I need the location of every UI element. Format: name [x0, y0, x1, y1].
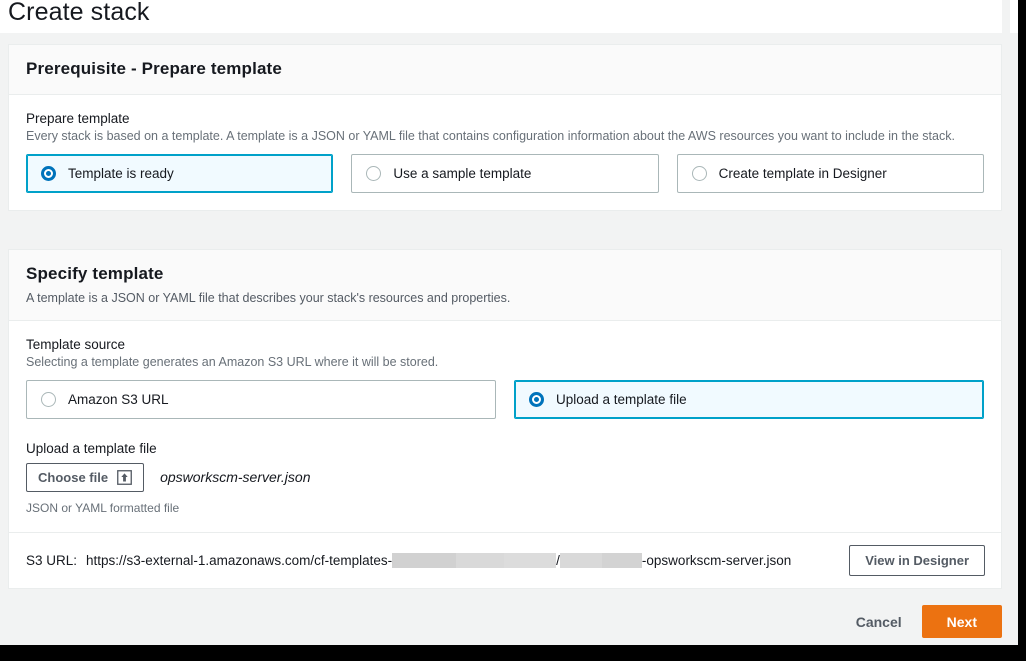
radio-tile-label: Amazon S3 URL — [68, 392, 169, 407]
redaction-block-key-2 — [602, 553, 642, 568]
specify-template-card-description: A template is a JSON or YAML file that d… — [26, 291, 984, 305]
radio-indicator[interactable] — [692, 166, 707, 181]
cancel-button[interactable]: Cancel — [846, 606, 912, 638]
s3-url-label: S3 URL: — [26, 553, 77, 568]
specify-template-card: Specify template A template is a JSON or… — [8, 249, 1002, 589]
footer-actions: Cancel Next — [0, 605, 1018, 638]
upload-row: Choose file opsworkscm-server.json — [26, 463, 984, 492]
next-button[interactable]: Next — [922, 605, 1002, 638]
template-source-label: Template source — [26, 337, 984, 352]
s3-url-prefix: https://s3-external-1.amazonaws.com/cf-t… — [86, 553, 392, 568]
choose-file-button[interactable]: Choose file — [26, 463, 144, 492]
radio-indicator-selected[interactable] — [41, 166, 56, 181]
prerequisite-card-header: Prerequisite - Prepare template — [9, 45, 1001, 95]
prepare-template-label: Prepare template — [26, 111, 984, 126]
s3-url-suffix: -opsworkscm-server.json — [642, 553, 791, 568]
radio-tile-amazon-s3-url[interactable]: Amazon S3 URL — [26, 380, 496, 419]
page-header: Create stack — [0, 0, 1018, 33]
choose-file-button-label: Choose file — [38, 470, 108, 485]
radio-tile-label: Upload a template file — [556, 392, 687, 407]
specify-template-card-header: Specify template A template is a JSON or… — [9, 250, 1001, 321]
redaction-block-key-1 — [560, 553, 602, 568]
radio-tile-label: Create template in Designer — [719, 166, 887, 181]
uploaded-file-name: opsworkscm-server.json — [160, 469, 310, 485]
page-title: Create stack — [8, 0, 150, 27]
template-source-description: Selecting a template generates an Amazon… — [26, 354, 984, 371]
prepare-template-description: Every stack is based on a template. A te… — [26, 128, 984, 145]
view-in-designer-button[interactable]: View in Designer — [849, 545, 985, 576]
radio-indicator[interactable] — [366, 166, 381, 181]
radio-tile-template-is-ready[interactable]: Template is ready — [26, 154, 333, 193]
upload-template-file-label: Upload a template file — [26, 441, 984, 456]
s3-url-row: S3 URL: https://s3-external-1.amazonaws.… — [9, 532, 1001, 588]
prerequisite-card-body: Prepare template Every stack is based on… — [9, 95, 1001, 210]
prerequisite-card-title: Prerequisite - Prepare template — [26, 59, 984, 79]
radio-tile-upload-a-template-file[interactable]: Upload a template file — [514, 380, 984, 419]
radio-tile-label: Template is ready — [68, 166, 174, 181]
s3-url-text: S3 URL: https://s3-external-1.amazonaws.… — [26, 553, 791, 568]
upload-hint: JSON or YAML formatted file — [26, 501, 984, 515]
radio-indicator-selected[interactable] — [529, 392, 544, 407]
radio-tile-use-a-sample-template[interactable]: Use a sample template — [351, 154, 658, 193]
redaction-block-bucket-1 — [392, 553, 456, 568]
radio-tile-create-template-in-designer[interactable]: Create template in Designer — [677, 154, 984, 193]
prepare-template-radio-group: Template is ready Use a sample template … — [26, 154, 984, 193]
radio-indicator[interactable] — [41, 392, 56, 407]
radio-tile-label: Use a sample template — [393, 166, 531, 181]
redaction-block-bucket-2 — [456, 553, 504, 568]
specify-template-card-body: Template source Selecting a template gen… — [9, 321, 1001, 532]
vertical-scrollbar[interactable] — [1002, 0, 1010, 645]
upload-icon — [117, 470, 132, 485]
redaction-block-bucket-3 — [504, 553, 556, 568]
create-stack-page: Create stack Prerequisite - Prepare temp… — [0, 0, 1018, 645]
prerequisite-card: Prerequisite - Prepare template Prepare … — [8, 44, 1002, 211]
specify-template-card-title: Specify template — [26, 264, 984, 284]
template-source-radio-group: Amazon S3 URL Upload a template file — [26, 380, 984, 419]
